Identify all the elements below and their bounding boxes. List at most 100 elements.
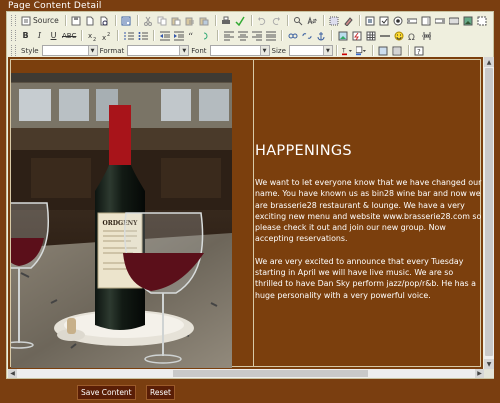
form-button-button[interactable] bbox=[448, 14, 461, 27]
save-content-button[interactable]: Save Content bbox=[77, 385, 136, 400]
maximize-button[interactable] bbox=[377, 44, 390, 57]
checkbox-icon bbox=[379, 16, 389, 25]
justify-button[interactable] bbox=[264, 29, 277, 42]
vertical-scrollbar[interactable]: ▲ ▼ bbox=[484, 57, 494, 369]
vertical-scroll-thumb[interactable] bbox=[485, 68, 493, 356]
horizontal-scrollbar[interactable]: ◀ ▶ bbox=[8, 369, 484, 378]
about-icon: ? bbox=[414, 46, 424, 56]
textarea-button[interactable] bbox=[420, 14, 433, 27]
toolbar-separator bbox=[250, 15, 253, 26]
cut-button[interactable] bbox=[142, 14, 155, 27]
show-blocks-button[interactable] bbox=[391, 44, 404, 57]
subscript-button[interactable]: x2 bbox=[86, 29, 99, 42]
select-all-button[interactable] bbox=[328, 14, 341, 27]
undo-button[interactable] bbox=[256, 14, 269, 27]
paste-word-button[interactable] bbox=[198, 14, 211, 27]
superscript-button[interactable]: x2 bbox=[100, 29, 113, 42]
editor-content-area[interactable]: ORDGENY HAPPENINGS We want to let everyo… bbox=[8, 57, 483, 369]
smiley-button[interactable] bbox=[392, 29, 405, 42]
source-button[interactable]: Source bbox=[19, 14, 61, 27]
print-button[interactable] bbox=[220, 14, 233, 27]
toolbar-grip[interactable] bbox=[11, 30, 16, 41]
toolbar-grip[interactable] bbox=[11, 45, 16, 56]
scroll-down-arrow-icon[interactable]: ▼ bbox=[484, 359, 494, 369]
strike-icon: ABC bbox=[62, 31, 77, 40]
text-color-button[interactable]: T bbox=[341, 44, 354, 57]
select-icon bbox=[435, 18, 446, 23]
italic-button[interactable]: I bbox=[33, 29, 46, 42]
redo-button[interactable] bbox=[270, 14, 283, 27]
image-button[interactable] bbox=[336, 29, 349, 42]
svg-text:Ω: Ω bbox=[408, 33, 415, 41]
replace-button[interactable] bbox=[306, 14, 319, 27]
horizontal-rule-button[interactable] bbox=[378, 29, 391, 42]
style-dropdown[interactable]: ▼ bbox=[41, 45, 98, 56]
size-dropdown[interactable]: ▼ bbox=[288, 45, 333, 56]
copy-button[interactable] bbox=[156, 14, 169, 27]
background-color-button[interactable] bbox=[355, 44, 368, 57]
outdent-button[interactable] bbox=[158, 29, 171, 42]
about-button[interactable]: ? bbox=[413, 44, 426, 57]
remove-format-button[interactable] bbox=[342, 14, 355, 27]
paste-button[interactable] bbox=[170, 14, 183, 27]
strike-button[interactable]: ABC bbox=[61, 29, 77, 42]
save-icon bbox=[71, 16, 81, 25]
scroll-up-arrow-icon[interactable]: ▲ bbox=[484, 57, 494, 67]
unlink-button[interactable] bbox=[300, 29, 313, 42]
reset-button[interactable]: Reset bbox=[146, 385, 175, 400]
find-button[interactable] bbox=[292, 14, 305, 27]
font-dropdown[interactable]: ▼ bbox=[209, 45, 270, 56]
new-page-button[interactable] bbox=[84, 14, 97, 27]
scroll-right-arrow-icon[interactable]: ▶ bbox=[475, 369, 484, 378]
flash-button[interactable] bbox=[350, 29, 363, 42]
select-field-button[interactable] bbox=[434, 14, 447, 27]
resize-grip[interactable] bbox=[484, 369, 494, 378]
page-break-button[interactable] bbox=[420, 29, 433, 42]
radio-button[interactable] bbox=[392, 14, 405, 27]
anchor-icon bbox=[317, 31, 325, 40]
form-button[interactable] bbox=[364, 14, 377, 27]
superscript-icon: x2 bbox=[102, 32, 110, 41]
spellcheck-button[interactable] bbox=[234, 14, 247, 27]
indent-icon bbox=[173, 31, 184, 40]
paste-text-button[interactable] bbox=[184, 14, 197, 27]
blockquote-button[interactable]: “ bbox=[186, 29, 199, 42]
numbered-list-button[interactable] bbox=[122, 29, 135, 42]
image-button-button[interactable] bbox=[462, 14, 475, 27]
checkbox-button[interactable] bbox=[378, 14, 391, 27]
link-button[interactable] bbox=[286, 29, 299, 42]
save-icon-button[interactable] bbox=[70, 14, 83, 27]
remove-format-icon bbox=[344, 16, 353, 26]
bulleted-list-button[interactable] bbox=[136, 29, 149, 42]
align-right-icon bbox=[251, 31, 262, 40]
textfield-button[interactable] bbox=[406, 14, 419, 27]
redo-icon bbox=[273, 16, 281, 25]
hidden-field-button[interactable] bbox=[476, 14, 489, 27]
paste-word-icon bbox=[199, 17, 209, 25]
horizontal-scroll-thumb[interactable] bbox=[173, 370, 368, 377]
create-div-button[interactable] bbox=[200, 29, 213, 42]
image-icon bbox=[338, 31, 348, 40]
toolbar-separator bbox=[407, 45, 410, 56]
anchor-button[interactable] bbox=[314, 29, 327, 42]
scroll-left-arrow-icon[interactable]: ◀ bbox=[8, 369, 17, 378]
special-char-icon: Ω bbox=[408, 33, 415, 41]
format-dropdown[interactable]: ▼ bbox=[127, 45, 190, 56]
wine-bottle-image: ORDGENY bbox=[11, 73, 232, 368]
preview-button[interactable] bbox=[98, 14, 111, 27]
spellcheck-icon bbox=[235, 16, 245, 26]
table-button[interactable] bbox=[364, 29, 377, 42]
align-left-button[interactable] bbox=[222, 29, 235, 42]
indent-button[interactable] bbox=[172, 29, 185, 42]
align-center-button[interactable] bbox=[236, 29, 249, 42]
toolbar-separator bbox=[286, 15, 289, 26]
special-char-button[interactable]: Ω bbox=[406, 29, 419, 42]
align-right-button[interactable] bbox=[250, 29, 263, 42]
bold-button[interactable]: B bbox=[19, 29, 32, 42]
happenings-text: HAPPENINGS We want to let everyone know … bbox=[255, 143, 483, 312]
templates-button[interactable] bbox=[120, 14, 133, 27]
underline-button[interactable]: U bbox=[47, 29, 60, 42]
toolbar-grip[interactable] bbox=[11, 15, 16, 26]
source-label: Source bbox=[33, 16, 59, 25]
unlink-icon bbox=[302, 32, 312, 39]
